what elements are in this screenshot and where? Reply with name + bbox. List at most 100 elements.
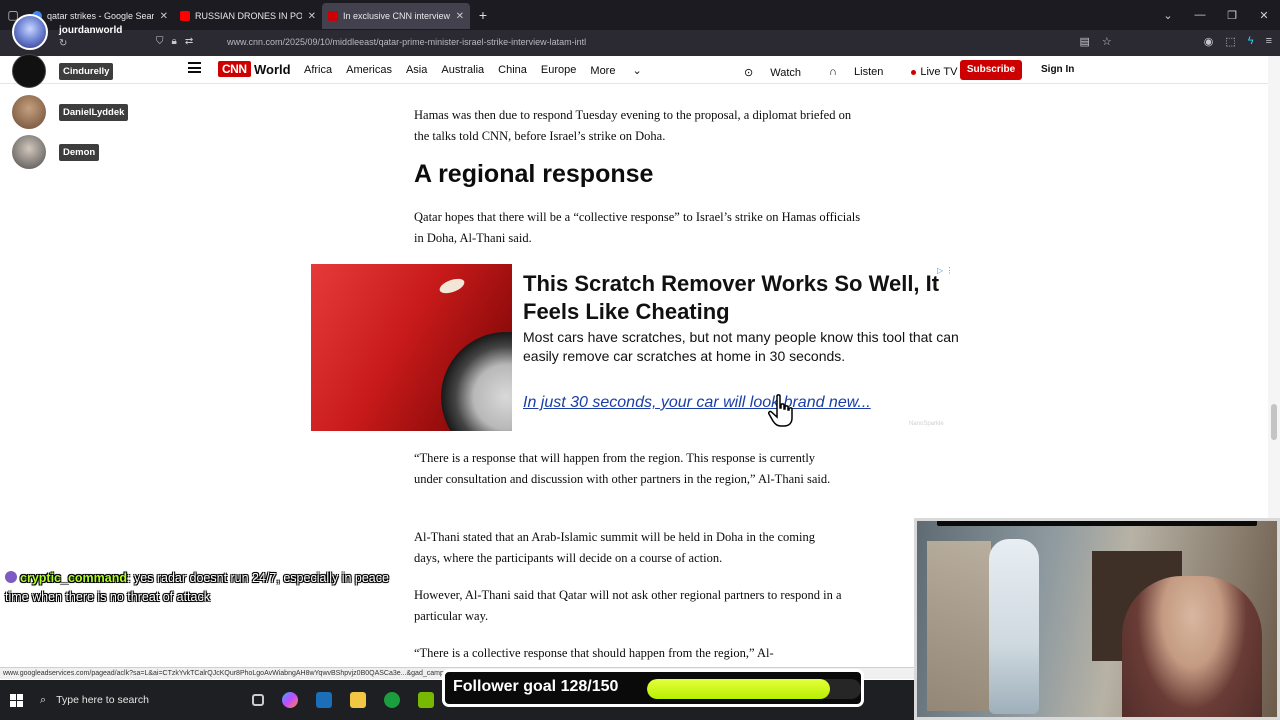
- follower-goal-label: Follower goal 128/150: [453, 678, 619, 695]
- section-nav: Africa Americas Asia Australia China Eur…: [304, 64, 670, 77]
- xbox-icon[interactable]: [384, 692, 400, 708]
- chat-badge-icon: [5, 571, 17, 583]
- ad-headline[interactable]: This Scratch Remover Works So Well, It F…: [523, 270, 943, 326]
- nav-africa[interactable]: Africa: [304, 64, 332, 77]
- shield-icon[interactable]: ⛉: [156, 36, 164, 47]
- watch-label: Watch: [770, 66, 802, 79]
- cnn-header: CNN World Africa Americas Asia Australia…: [0, 56, 1280, 84]
- scrollbar-thumb[interactable]: [1271, 404, 1277, 440]
- ad-link[interactable]: In just 30 seconds, your car will look b…: [523, 394, 871, 412]
- article-paragraph: “There is a collective response that sho…: [414, 646, 774, 660]
- bookmark-star-icon[interactable]: ☆: [1102, 35, 1112, 48]
- extensions-icon[interactable]: ⬚: [1225, 35, 1235, 48]
- toolbar-icons: ▤ ☆ ◉ ⬚ ϟ ≡: [1079, 35, 1272, 48]
- subscribe-button[interactable]: Subscribe: [960, 60, 1022, 80]
- article-subheading: A regional response: [414, 160, 654, 188]
- restore-icon[interactable]: ❐: [1216, 9, 1248, 22]
- menu-icon[interactable]: ≡: [1266, 35, 1272, 48]
- minimize-icon[interactable]: —: [1184, 9, 1216, 21]
- chevron-down-icon: ⌄: [632, 65, 642, 77]
- close-tab-icon[interactable]: ✕: [456, 11, 464, 22]
- hand-cursor-icon: [768, 394, 793, 427]
- youtube-icon: [180, 11, 190, 21]
- watch-link[interactable]: ⊙ Watch: [744, 66, 815, 79]
- viewer-avatar: [12, 135, 46, 169]
- viewer-avatar: [12, 54, 46, 88]
- permissions-icon[interactable]: ⇄: [185, 36, 193, 47]
- url-security-icons: ⛉ 🔒︎ ⇄: [156, 36, 193, 47]
- follower-goal-widget: Follower goal 128/150: [442, 669, 864, 707]
- account-icon[interactable]: ◉: [1204, 35, 1214, 48]
- webcam-shelf: [927, 541, 991, 711]
- copilot-icon[interactable]: [282, 692, 298, 708]
- viewer-item: Cindurelly: [12, 54, 114, 88]
- webcam-frame-top: [937, 521, 1257, 526]
- search-icon: ⌕: [40, 693, 47, 706]
- tab-cnn[interactable]: In exclusive CNN interview, Qat ✕: [322, 3, 470, 29]
- window-controls: ⌄ — ❐ ✕: [1152, 0, 1280, 30]
- article-paragraph: “There is a response that will happen fr…: [414, 451, 831, 486]
- cnn-logo[interactable]: CNN: [218, 61, 251, 77]
- article-paragraph: Al-Thani stated that an Arab-Islamic sum…: [414, 530, 815, 565]
- browser-tab-bar: ▢ qatar strikes - Google Search ✕ RUSSIA…: [0, 0, 1280, 30]
- section-title[interactable]: World: [254, 62, 291, 77]
- nav-americas[interactable]: Americas: [346, 64, 392, 77]
- close-window-icon[interactable]: ✕: [1248, 9, 1280, 22]
- follower-goal-progress-track: [647, 679, 861, 699]
- follower-goal-progress-fill: [647, 679, 830, 699]
- viewer-name: DanielLyddek: [59, 103, 129, 121]
- play-circle-icon: ⊙: [744, 66, 754, 79]
- ad-brand: NanoSparkle: [909, 421, 944, 427]
- taskbar-search[interactable]: ⌕ Type here to search: [32, 680, 232, 720]
- windows-logo: [9, 693, 23, 707]
- steam-icon[interactable]: [316, 692, 332, 708]
- nav-asia[interactable]: Asia: [406, 64, 427, 77]
- close-tab-icon[interactable]: ✕: [308, 11, 316, 22]
- reader-view-icon[interactable]: ▤: [1079, 35, 1089, 48]
- ad-image[interactable]: [311, 264, 512, 431]
- nav-europe[interactable]: Europe: [541, 64, 576, 77]
- viewer-item: Demon: [12, 135, 100, 169]
- channel-name: jourdanworld: [59, 25, 123, 36]
- new-tab-button[interactable]: +: [470, 7, 496, 23]
- nvidia-icon[interactable]: [418, 692, 434, 708]
- reload-icon[interactable]: ↻: [59, 38, 67, 49]
- nav-more-label: More: [590, 65, 616, 77]
- chat-username: cryptic_command: [20, 571, 127, 585]
- advertisement[interactable]: This Scratch Remover Works So Well, It F…: [311, 264, 959, 431]
- live-dot-icon: [911, 69, 917, 75]
- tab-youtube[interactable]: RUSSIAN DRONES IN POLAND ✕: [174, 3, 322, 29]
- task-view-icon[interactable]: [252, 694, 264, 706]
- close-tab-icon[interactable]: ✕: [160, 11, 168, 22]
- ad-body[interactable]: Most cars have scratches, but not many p…: [523, 328, 963, 366]
- ad-choices-icon[interactable]: ▷ ⋮: [937, 266, 953, 275]
- hamburger-menu-icon[interactable]: [188, 62, 201, 73]
- cnn-favicon-icon: [328, 11, 338, 21]
- live-tv-label: Live TV: [920, 66, 958, 78]
- url-bar: ⛉ 🔒︎ ⇄ www.cnn.com/2025/09/10/middleeast…: [0, 30, 1280, 56]
- sign-in-link[interactable]: Sign In: [1041, 64, 1074, 75]
- lock-icon[interactable]: 🔒︎: [172, 36, 177, 47]
- article-paragraph: Qatar hopes that there will be a “collec…: [414, 210, 861, 245]
- tab-overflow-icon[interactable]: ⌄: [1152, 9, 1184, 22]
- nav-more[interactable]: More ⌄: [590, 64, 655, 77]
- viewer-avatar: [12, 95, 46, 129]
- webcam-robot-figure: [989, 539, 1039, 714]
- nav-australia[interactable]: Australia: [441, 64, 484, 77]
- headphones-icon: ∩: [829, 66, 837, 78]
- webcam-overlay: [914, 518, 1280, 720]
- taskbar-search-placeholder: Type here to search: [56, 694, 149, 706]
- nav-china[interactable]: China: [498, 64, 527, 77]
- viewer-name: Cindurelly: [59, 62, 114, 80]
- article-paragraph: However, Al-Thani said that Qatar will n…: [414, 588, 842, 623]
- car-wheel: [441, 332, 512, 431]
- windows-start-icon[interactable]: [0, 680, 32, 720]
- chat-message: cryptic_command: yes radar doesnt run 24…: [5, 569, 415, 607]
- extension-icon[interactable]: ϟ: [1248, 35, 1254, 48]
- listen-link[interactable]: ∩ Listen: [829, 66, 897, 78]
- webcam-streamer: [1122, 576, 1262, 717]
- listen-label: Listen: [854, 66, 884, 78]
- file-explorer-icon[interactable]: [350, 692, 366, 708]
- address-field[interactable]: www.cnn.com/2025/09/10/middleeast/qatar-…: [227, 37, 586, 47]
- channel-avatar: [12, 14, 48, 50]
